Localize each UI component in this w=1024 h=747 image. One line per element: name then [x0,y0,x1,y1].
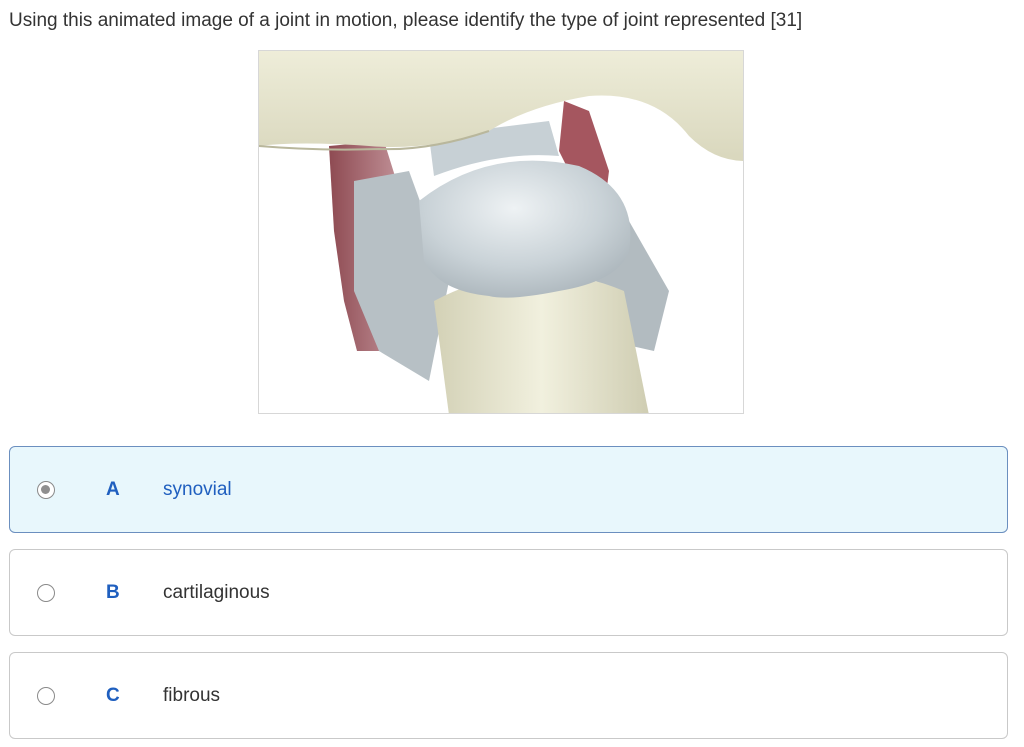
option-letter-c: C [106,685,120,706]
question-text: Using this animated image of a joint in … [9,10,803,31]
option-text-b: cartilaginous [163,582,270,603]
option-a[interactable]: A synovial [9,446,1008,533]
radio-button-a[interactable] [37,481,55,499]
option-text-a: synovial [163,479,232,500]
option-c[interactable]: C fibrous [9,652,1008,739]
option-b[interactable]: B cartilaginous [9,549,1008,636]
radio-button-b[interactable] [37,584,55,602]
radio-selected-dot [41,485,50,494]
radio-button-c[interactable] [37,687,55,705]
option-letter-b: B [106,582,120,603]
option-text-c: fibrous [163,685,221,706]
shoulder-joint-image [258,50,744,414]
option-letter-a: A [106,479,120,500]
